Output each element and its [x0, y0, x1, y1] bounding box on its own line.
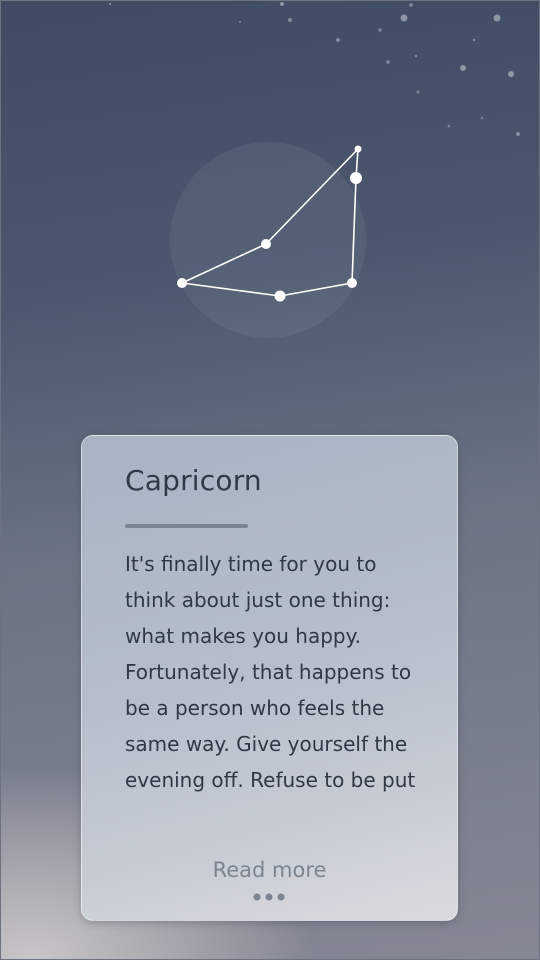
- star-dot: [177, 278, 187, 288]
- horoscope-text: It's finally time for you to think about…: [125, 552, 416, 792]
- more-dots-icon[interactable]: [252, 892, 286, 902]
- star-dot: [350, 172, 362, 184]
- read-more-link[interactable]: Read more: [82, 858, 457, 882]
- star-dot: [347, 278, 357, 288]
- title-divider: [125, 524, 248, 528]
- star-dot: [354, 145, 362, 153]
- horoscope-card: Capricorn It's finally time for you to t…: [81, 435, 458, 921]
- star-dot: [274, 290, 286, 302]
- star-dot: [261, 239, 271, 249]
- sign-title: Capricorn: [125, 464, 262, 497]
- capricorn-constellation-icon: [170, 142, 366, 338]
